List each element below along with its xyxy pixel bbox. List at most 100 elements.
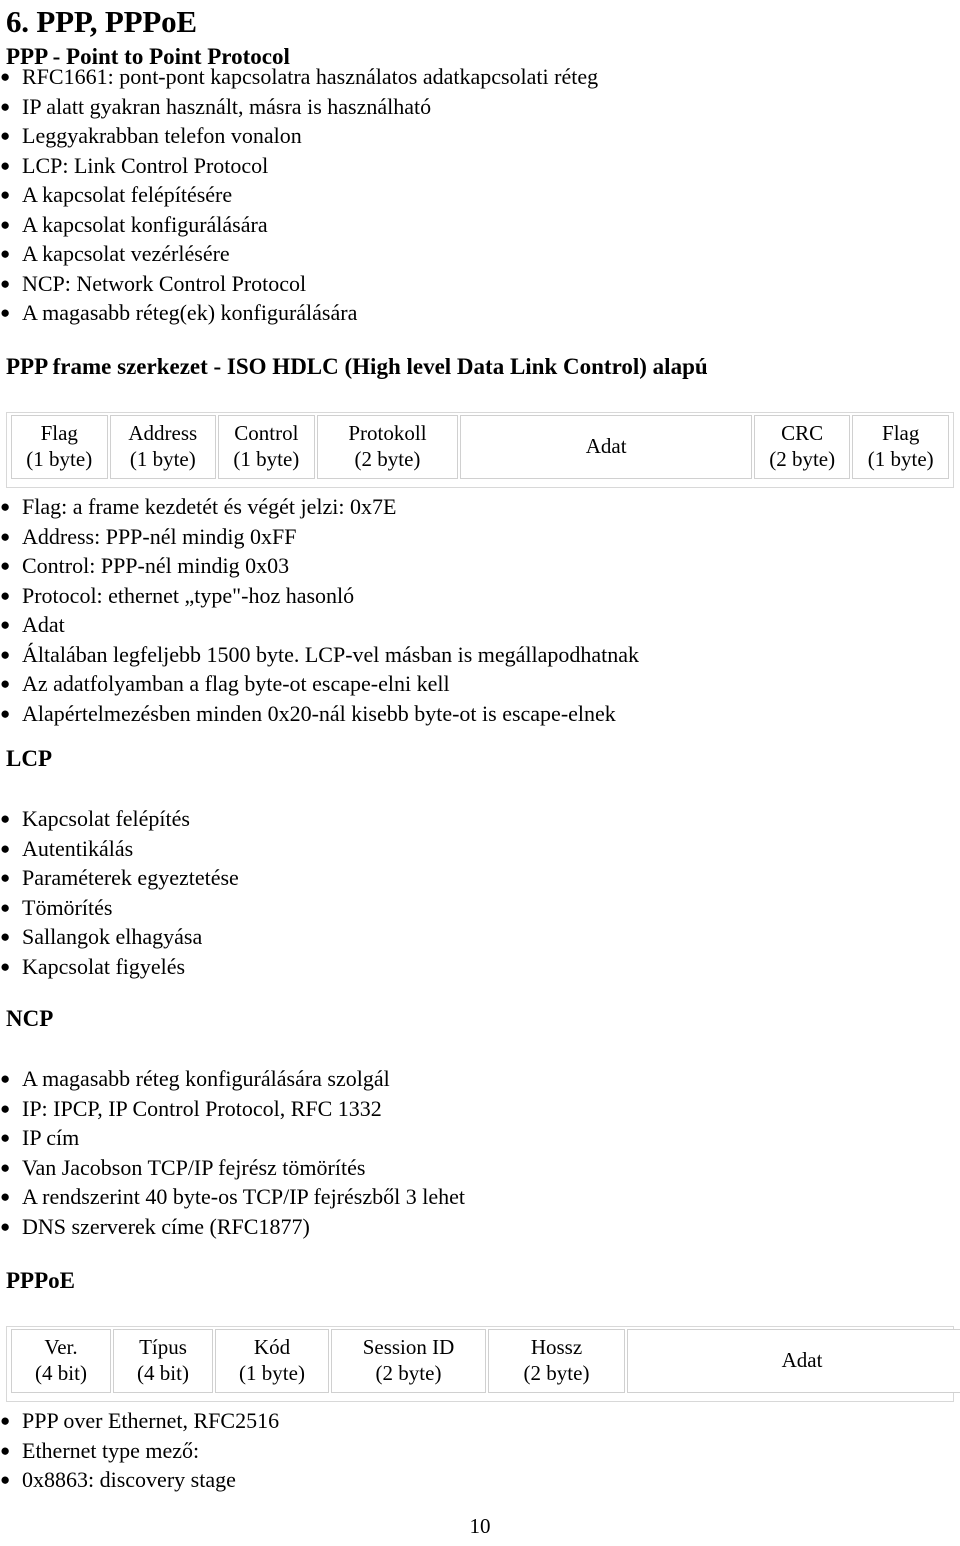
ncp-bullet-level-1-group: ● A magasabb réteg konfigurálására szolgá… — [0, 1064, 960, 1123]
list-item: ● PPP over Ethernet, RFC2516 — [0, 1406, 960, 1436]
pppoe-bullet-level-2-group: ● 0x8863: discovery stage — [0, 1465, 960, 1495]
bullet-icon: ● — [0, 1470, 11, 1489]
intro-bullet-level-2-group: ● A kapcsolat felépítésére ● A kapcsolat ko… — [0, 180, 960, 269]
list-item-label: DNS szerverek címe (RFC1877) — [22, 1213, 310, 1239]
list-item: ● A magasabb réteg(ek) konfigurálására — [0, 298, 960, 328]
list-item-label: Autentikálás — [22, 835, 134, 861]
list-item: ● 0x8863: discovery stage — [0, 1465, 960, 1495]
list-item: ● A kapcsolat vezérlésére — [0, 239, 960, 269]
field-name: Adat — [585, 434, 627, 458]
ppp-frame-table: Flag (1 byte) Address (1 byte) Control (1 byt… — [9, 415, 951, 479]
ncp-bullet-section: ● A magasabb réteg konfigurálására szolgá… — [0, 1064, 960, 1241]
field-name: Típus — [139, 1335, 187, 1359]
list-item-label: LCP: Link Control Protocol — [22, 152, 269, 178]
intro-bullet-level-2-group: ● A magasabb réteg(ek) konfigurálására — [0, 298, 960, 328]
list-item: ● IP cím — [0, 1123, 960, 1153]
field-name: Flag — [40, 421, 78, 445]
bullet-icon: ● — [0, 185, 11, 204]
bullet-icon: ● — [0, 644, 11, 664]
list-item: ● Ethernet type mező: — [0, 1436, 960, 1466]
bullet-icon: ● — [0, 838, 11, 858]
pppoe-bullet-section: ● PPP over Ethernet, RFC2516 ● Ethernet typ… — [0, 1406, 960, 1495]
bullet-icon: ● — [0, 615, 11, 634]
list-item-label: Address: PPP-nél mindig 0xFF — [22, 523, 297, 549]
field-name: Ver. — [44, 1335, 78, 1359]
list-item: ● A magasabb réteg konfigurálására szolgá… — [0, 1064, 960, 1094]
field-size: (4 bit) — [137, 1361, 189, 1385]
ppp-field-protokoll: Protokoll (2 byte) — [316, 415, 459, 479]
pppoe-field-hossz: Hossz (2 byte) — [488, 1329, 625, 1393]
field-name: Protokoll — [348, 421, 427, 445]
list-item: ● Tömörítés — [0, 893, 960, 923]
list-item: ● Kapcsolat felépítés — [0, 804, 960, 834]
list-item-label: PPP over Ethernet, RFC2516 — [22, 1408, 280, 1433]
bullet-icon: ● — [0, 96, 11, 116]
list-item-label: A kapcsolat vezérlésére — [22, 241, 230, 266]
bullet-icon: ● — [0, 1098, 11, 1118]
field-name: Flag — [882, 421, 920, 445]
pppoe-frame-diagram: Ver. (4 bit) Típus (4 bit) Kód (1 byte) Sessio… — [6, 1326, 960, 1402]
intro-bullet-level-1-group: ● NCP: Network Control Protocol — [0, 269, 960, 299]
ppp-field-crc: CRC (2 byte) — [753, 415, 851, 479]
list-item: ● IP: IPCP, IP Control Protocol, RFC 1332 — [0, 1094, 960, 1124]
field-size: (2 byte) — [769, 447, 836, 471]
pppoe-bullet-list: ● PPP over Ethernet, RFC2516 ● Ethernet typ… — [0, 1406, 960, 1495]
ncp-bullet-level-2-group: ● IP cím ● Van Jacobson TCP/IP fejrész tömö… — [0, 1123, 960, 1182]
field-size: (1 byte) — [26, 447, 93, 471]
bullet-icon: ● — [0, 868, 11, 887]
list-item: ● A kapcsolat konfigurálására — [0, 210, 960, 240]
list-item: ● Sallangok elhagyása — [0, 922, 960, 952]
ppp-frame-diagram: Flag (1 byte) Address (1 byte) Control (1 byt… — [6, 412, 954, 488]
list-item-label: 0x8863: discovery stage — [22, 1467, 236, 1492]
list-item: ● DNS szerverek címe (RFC1877) — [0, 1212, 960, 1242]
bullet-icon: ● — [0, 1069, 11, 1088]
pppoe-field-t-pus: Típus (4 bit) — [113, 1329, 213, 1393]
lcp-heading: LCP — [6, 746, 52, 771]
list-item-label: IP: IPCP, IP Control Protocol, RFC 1332 — [22, 1095, 382, 1121]
list-item: ● Flag: a frame kezdetét és végét jelzi: … — [0, 492, 960, 522]
pppoe-field-ver: Ver. (4 bit) — [11, 1329, 111, 1393]
intro-bullet-list: ● RFC1661: pont-pont kapcsolatra használa… — [0, 62, 960, 328]
list-item: ● NCP: Network Control Protocol — [0, 269, 960, 299]
pppoe-frame-table: Ver. (4 bit) Típus (4 bit) Kód (1 byte) Sessio… — [9, 1329, 960, 1393]
bullet-icon: ● — [0, 1440, 11, 1460]
list-item-label: Control: PPP-nél mindig 0x03 — [22, 553, 290, 578]
lcp-bullet-section: ● Kapcsolat felépítés ● Autentikálás ● Paramé… — [0, 804, 960, 981]
pppoe-field-session-id: Session ID (2 byte) — [331, 1329, 486, 1393]
bullet-icon: ● — [0, 155, 11, 175]
ppp-field-control: Control (1 byte) — [218, 415, 315, 479]
bullet-icon: ● — [0, 244, 11, 263]
list-item: ● Általában legfeljebb 1500 byte. LCP-vel… — [0, 640, 960, 670]
lcp-bullet-list: ● Kapcsolat felépítés ● Autentikálás ● Paramé… — [0, 804, 960, 981]
list-item: ● Address: PPP-nél mindig 0xFF — [0, 522, 960, 552]
list-item-label: A kapcsolat konfigurálására — [22, 211, 268, 237]
list-item-label: Leggyakrabban telefon vonalon — [22, 123, 302, 148]
pppoe-field-adat: Adat — [627, 1329, 960, 1393]
field-size: (1 byte) — [233, 447, 300, 471]
bullet-icon: ● — [0, 126, 11, 145]
bullet-icon: ● — [0, 1187, 11, 1206]
list-item-label: Általában legfeljebb 1500 byte. LCP-vel … — [22, 641, 640, 667]
ppp-field-flag: Flag (1 byte) — [11, 415, 108, 479]
list-item: ● RFC1661: pont-pont kapcsolatra használa… — [0, 62, 960, 92]
list-item-label: Ethernet type mező: — [22, 1437, 200, 1463]
list-item: ● Alapértelmezésben minden 0x20-nál kiseb… — [0, 699, 960, 729]
bullet-icon: ● — [0, 214, 11, 234]
field-size: (1 byte) — [867, 447, 934, 471]
list-item-label: A kapcsolat felépítésére — [22, 182, 233, 207]
list-item: ● Protocol: ethernet „type"-hoz hasonló — [0, 581, 960, 611]
list-item: ● A rendszerint 40 byte-os TCP/IP fejrész… — [0, 1182, 960, 1212]
field-size: (1 byte) — [239, 1361, 305, 1385]
bullet-icon: ● — [0, 809, 11, 828]
slide-page: 6. PPP, PPPoE PPP - Point to Point Proto… — [0, 5, 960, 1546]
list-item: ● Adat — [0, 610, 960, 640]
field-name: Hossz — [530, 1335, 583, 1359]
bullet-icon: ● — [0, 703, 11, 723]
field-size: (2 byte) — [354, 447, 421, 471]
field-name: Session ID — [362, 1335, 455, 1359]
bullet-icon: ● — [0, 556, 11, 575]
ppp-frame-bullet-level-2-group: ● Általában legfeljebb 1500 byte. LCP-vel… — [0, 640, 960, 729]
list-item-label: Az adatfolyamban a flag byte-ot escape-e… — [22, 671, 450, 696]
list-item: ● Van Jacobson TCP/IP fejrész tömörítés — [0, 1153, 960, 1183]
list-item-label: A rendszerint 40 byte-os TCP/IP fejrészb… — [22, 1184, 465, 1209]
